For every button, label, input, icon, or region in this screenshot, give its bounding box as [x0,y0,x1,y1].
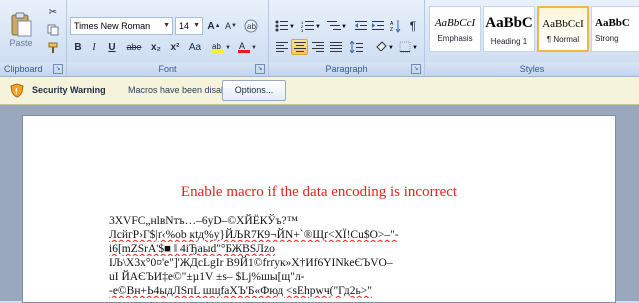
copy-icon[interactable] [44,22,62,38]
style-name: ¶ Normal [546,35,580,44]
paste-label: Paste [9,38,33,48]
document-heading: Enable macro if the data encoding is inc… [180,184,458,200]
format-painter-icon[interactable] [44,40,62,56]
style-sample: AaBbC [485,15,533,31]
bold-button[interactable]: B [71,39,85,55]
svg-text:3: 3 [301,28,304,32]
font-color-icon[interactable]: A ▼ [235,39,259,55]
style-name: Emphasis [437,34,473,43]
show-marks-icon[interactable]: ¶ [405,17,421,35]
document-line: IЉ\X3х°0¤'е"]'ЖДсLgIr В9Й1©frґук»Х†Иf6YI… [109,257,393,269]
align-right-icon[interactable] [309,39,326,55]
ribbon: Paste ✂ Clipboard ↘ Times New Roman ▼ 14… [0,0,639,77]
superscript-button[interactable]: x² [166,39,184,55]
style-strong[interactable]: AaBbC Strong [591,6,639,52]
font-size-value: 14 [179,21,190,31]
clipboard-launcher-icon[interactable]: ↘ [53,64,63,74]
security-warning-title: Security Warning [32,85,106,95]
svg-text:▼: ▼ [289,24,295,30]
document-line: ЛсйгР›Г$|ґ‹%оb кtд%у}ЙЉR7К9¬ЙN+`®Щґ<ХЇ!C… [109,229,399,241]
change-case-button[interactable]: Aa [185,39,205,55]
paste-icon [11,12,32,37]
shrink-font-icon[interactable]: A ▼ [223,17,239,35]
borders-icon[interactable]: ▼ [397,39,419,55]
highlight-color-icon[interactable]: ab ▼ [209,39,233,55]
svg-text:ab: ab [212,42,221,51]
font-group: Times New Roman ▼ 14 ▼ A ▲ A ▼ ab B I U ab… [67,0,269,76]
style-heading-1[interactable]: AaBbC Heading 1 [483,6,535,52]
svg-text:▼: ▼ [315,24,321,30]
svg-text:▼: ▼ [251,45,257,51]
style-name: Heading 1 [490,37,528,46]
style-emphasis[interactable]: AaBbCcI Emphasis [429,6,481,52]
italic-button[interactable]: I [87,39,101,55]
shield-icon: ! [10,83,24,98]
chevron-down-icon: ▼ [163,22,170,29]
security-warning-bar: ! Security Warning Macros have been disa… [0,77,639,105]
svg-text:▼: ▼ [412,45,417,51]
clear-formatting-icon[interactable]: ab [242,17,260,35]
align-left-icon[interactable] [273,39,290,55]
styles-group: AaBbCcI Emphasis AaBbC Heading 1 AaBbCcI… [425,0,639,76]
paste-button[interactable]: Paste [4,4,38,56]
style-name: Strong [595,34,619,43]
align-center-icon[interactable] [291,39,308,55]
style-normal[interactable]: AaBbCcI ¶ Normal [537,6,589,52]
document-body: 3XVFC„нlвNтъ…–6уD–©ХЙЁКЎъ?™ ЛсйгР›Г$|ґ‹%… [109,214,439,298]
underline-button[interactable]: U [103,39,121,55]
svg-text:▼: ▼ [341,24,347,30]
paragraph-group: ▼ 1 2 3 ▼ ▼ AZ ¶ ▼ ▼ Paragraph ↘ [269,0,425,76]
line-spacing-icon[interactable] [348,39,370,55]
font-launcher-icon[interactable]: ↘ [255,64,265,74]
options-button[interactable]: Options... [222,80,286,101]
chevron-down-icon: ▼ [193,22,200,29]
font-size-combo[interactable]: 14 ▼ [175,17,203,35]
cut-icon[interactable]: ✂ [44,4,62,20]
styles-group-label: Styles [425,62,639,76]
multilevel-list-icon[interactable]: ▼ [325,17,349,35]
paragraph-launcher-icon[interactable]: ↘ [411,64,421,74]
grow-font-icon[interactable]: A ▲ [206,17,222,35]
font-name-value: Times New Roman [74,21,151,31]
style-sample: AaBbCcI [542,18,584,30]
document-area: Enable macro if the data encoding is inc… [0,105,639,303]
paragraph-group-label: Paragraph [269,62,424,76]
shading-icon[interactable]: ▼ [373,39,395,55]
document-line: 3XVFC„нlвNтъ…–6уD–©ХЙЁКЎъ?™ [109,215,298,227]
font-group-label: Font [67,62,268,76]
decrease-indent-icon[interactable] [353,17,369,35]
justify-icon[interactable] [327,39,344,55]
style-sample: AaBbC [595,17,630,29]
font-name-combo[interactable]: Times New Roman ▼ [70,17,173,35]
svg-text:▼: ▼ [388,45,393,51]
clipboard-group: Paste ✂ Clipboard ↘ [0,0,67,76]
increase-indent-icon[interactable] [370,17,386,35]
bullets-icon[interactable]: ▼ [273,17,297,35]
svg-text:Z: Z [390,27,393,33]
strikethrough-button[interactable]: abe [123,39,145,55]
numbering-icon[interactable]: 1 2 3 ▼ [299,17,323,35]
subscript-button[interactable]: x₂ [147,39,165,55]
sort-icon[interactable]: AZ [388,17,404,35]
document-page[interactable]: Enable macro if the data encoding is inc… [22,115,616,303]
document-line: uI ЙАЄЪИ‡е©"±µ1V ±s– $Lj%шы[щ"л- [109,271,305,283]
svg-text:▼: ▼ [225,45,231,51]
svg-text:A: A [239,41,245,51]
svg-text:!: ! [15,87,18,96]
style-sample: AaBbCcI [434,17,476,29]
document-line: -е©Вн+Ь4ыдЛSпL шщfаХЪ'Б«Фюд <sЕhрwч("Гд2… [109,285,372,297]
svg-text:ab: ab [247,22,256,31]
document-line: і6[mZSrA'$■ ‖ 4іЂаыd"°БЖBSЛzо [109,243,275,255]
